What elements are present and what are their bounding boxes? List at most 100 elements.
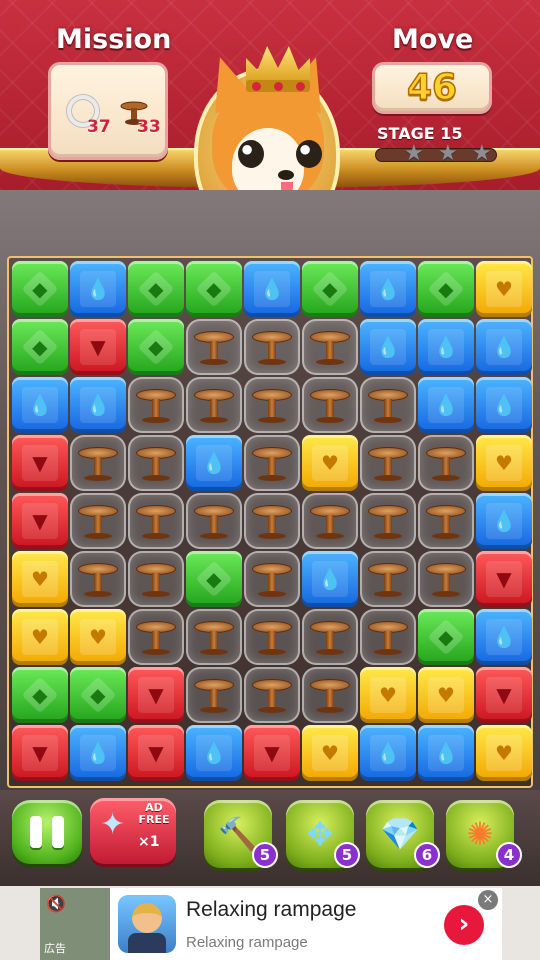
table-icon-part [258,533,286,539]
red-block-tile[interactable]: ▼ [12,435,68,491]
table-blocker-tile[interactable] [302,667,358,723]
blue-block-tile[interactable]: 💧 [476,493,532,549]
red-block-tile[interactable]: ▼ [244,725,300,781]
table-icon-part [316,533,344,539]
green-block-tile[interactable]: ◆ [12,319,68,375]
table-blocker-tile[interactable] [128,551,184,607]
table-blocker-tile[interactable] [302,609,358,665]
table-icon-part [210,399,218,419]
table-blocker-tile[interactable] [360,609,416,665]
blue-block-tile[interactable]: 💧 [360,319,416,375]
yellow-block-tile[interactable]: ♥ [418,667,474,723]
table-blocker-tile[interactable] [244,377,300,433]
green-block-tile[interactable]: ◆ [128,261,184,317]
table-blocker-tile[interactable] [360,493,416,549]
yellow-block-tile[interactable]: ♥ [476,725,532,781]
table-blocker-tile[interactable] [128,377,184,433]
table-blocker-tile[interactable] [418,551,474,607]
green-block-tile[interactable]: ◆ [302,261,358,317]
green-block-tile[interactable]: ◆ [12,667,68,723]
yellow-block-tile[interactable]: ♥ [476,261,532,317]
red-block-tile[interactable]: ▼ [476,667,532,723]
blue-block-tile[interactable]: 💧 [360,261,416,317]
table-icon-part [210,515,218,535]
table-blocker-tile[interactable] [244,609,300,665]
yellow-block-tile[interactable]: ♥ [360,667,416,723]
blue-block-tile[interactable]: 💧 [418,377,474,433]
yellow-block-tile[interactable]: ♥ [302,435,358,491]
green-block-tile[interactable]: ◆ [70,667,126,723]
ad-free-booster-button[interactable]: ✦ AD FREE ×1 [90,798,176,864]
table-blocker-tile[interactable] [128,609,184,665]
pause-icon [30,816,42,848]
yellow-gem-icon: ♥ [22,561,58,597]
table-blocker-tile[interactable] [302,319,358,375]
table-blocker-tile[interactable] [70,435,126,491]
red-block-tile[interactable]: ▼ [12,725,68,781]
blue-block-tile[interactable]: 💧 [476,609,532,665]
green-block-tile[interactable]: ◆ [186,551,242,607]
table-blocker-tile[interactable] [244,493,300,549]
yellow-block-tile[interactable]: ♥ [302,725,358,781]
ad-close-button[interactable]: × [478,890,498,910]
blue-block-tile[interactable]: 💧 [244,261,300,317]
blue-block-tile[interactable]: 💧 [360,725,416,781]
table-blocker-tile[interactable] [70,493,126,549]
yellow-gem-icon: ♥ [486,445,522,481]
table-blocker-tile[interactable] [244,667,300,723]
table-blocker-tile[interactable] [128,493,184,549]
red-block-tile[interactable]: ▼ [12,493,68,549]
blue-block-tile[interactable]: 💧 [12,377,68,433]
blue-block-tile[interactable]: 💧 [70,377,126,433]
table-blocker-tile[interactable] [70,551,126,607]
pause-button[interactable] [12,800,82,864]
table-blocker-tile[interactable] [360,551,416,607]
table-blocker-tile[interactable] [244,319,300,375]
mute-icon[interactable]: 🔇 [46,894,66,913]
table-blocker-tile[interactable] [186,667,242,723]
table-blocker-tile[interactable] [360,377,416,433]
blue-block-tile[interactable]: 💧 [70,261,126,317]
green-gem-icon: ◆ [427,618,465,656]
ad-app-icon[interactable] [118,895,176,953]
green-block-tile[interactable]: ◆ [128,319,184,375]
green-block-tile[interactable]: ◆ [12,261,68,317]
blue-block-tile[interactable]: 💧 [418,725,474,781]
red-block-tile[interactable]: ▼ [70,319,126,375]
table-blocker-tile[interactable] [302,377,358,433]
yellow-block-tile[interactable]: ♥ [70,609,126,665]
blue-block-tile[interactable]: 💧 [476,319,532,375]
red-block-tile[interactable]: ▼ [128,725,184,781]
table-blocker-tile[interactable] [128,435,184,491]
blue-block-tile[interactable]: 💧 [186,725,242,781]
green-block-tile[interactable]: ◆ [418,261,474,317]
green-block-tile[interactable]: ◆ [418,609,474,665]
red-block-tile[interactable]: ▼ [128,667,184,723]
table-blocker-tile[interactable] [418,493,474,549]
blue-block-tile[interactable]: 💧 [418,319,474,375]
table-blocker-tile[interactable] [302,493,358,549]
table-blocker-tile[interactable] [186,377,242,433]
table-blocker-tile[interactable] [186,319,242,375]
table-blocker-tile[interactable] [360,435,416,491]
table-blocker-tile[interactable] [186,493,242,549]
blue-block-tile[interactable]: 💧 [302,551,358,607]
green-block-tile[interactable]: ◆ [186,261,242,317]
game-board[interactable]: ◆ 💧 ◆ ◆ 💧 ◆ 💧 ◆ ♥ ◆ ▼ ◆ 💧 💧 💧 💧 💧 💧 💧 ▼ 💧 ♥ ♥ ▼ 💧 ♥ ◆ 💧 ▼ ♥ ♥ ◆ 💧 ◆ ◆ ▼ ♥ ♥ ▼ ▼… [7,256,533,788]
table-icon-part [210,341,218,361]
table-blocker-tile[interactable] [244,435,300,491]
blue-block-tile[interactable]: 💧 [476,377,532,433]
ad-title[interactable]: Relaxing rampage [186,898,356,922]
table-icon-part [326,399,334,419]
blue-block-tile[interactable]: 💧 [186,435,242,491]
red-block-tile[interactable]: ▼ [476,551,532,607]
table-blocker-tile[interactable] [244,551,300,607]
yellow-block-tile[interactable]: ♥ [12,551,68,607]
red-gem-icon: ▼ [22,503,58,539]
yellow-block-tile[interactable]: ♥ [476,435,532,491]
yellow-block-tile[interactable]: ♥ [12,609,68,665]
table-blocker-tile[interactable] [418,435,474,491]
table-blocker-tile[interactable] [186,609,242,665]
blue-block-tile[interactable]: 💧 [70,725,126,781]
ad-open-button[interactable]: › [444,905,484,945]
